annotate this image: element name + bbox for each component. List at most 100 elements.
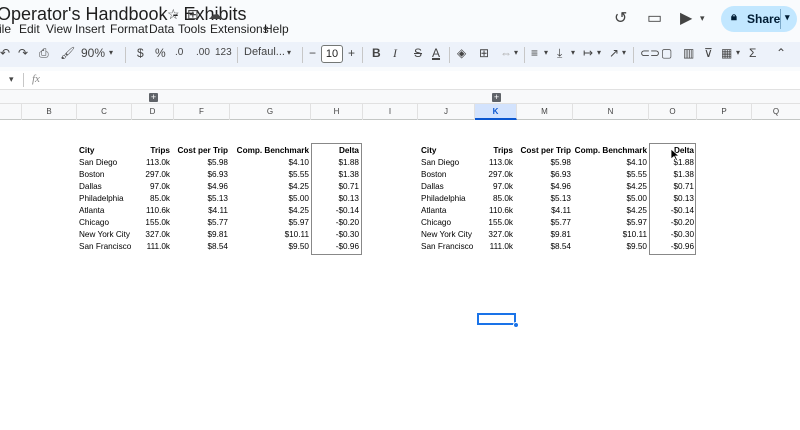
share-button[interactable]: 🔒︎ Share ▾ <box>721 6 797 32</box>
font-size-decrease-button[interactable]: − <box>309 46 316 60</box>
column-header-o[interactable]: O <box>649 104 697 120</box>
name-box-dropdown-icon[interactable]: ▾ <box>9 74 14 85</box>
cloud-status-icon[interactable]: ☁ <box>208 6 222 23</box>
header-trips[interactable]: Trips <box>132 145 170 157</box>
chevron-down-icon[interactable]: ▾ <box>287 48 291 57</box>
move-folder-icon[interactable]: ⊞ <box>187 6 199 23</box>
column-header-j[interactable]: J <box>418 104 475 120</box>
meet-icon[interactable]: ▶ <box>680 8 692 28</box>
expand-group-icon[interactable]: + <box>492 93 501 102</box>
redo-icon[interactable]: ↷ <box>18 46 28 60</box>
zoom-select[interactable]: 90% <box>81 46 105 60</box>
print-icon[interactable]: ⎙ <box>39 46 49 61</box>
header-cost-per-trip[interactable]: Cost per Trip <box>517 145 572 157</box>
column-header-c[interactable]: C <box>77 104 132 120</box>
font-size-increase-button[interactable]: + <box>348 46 355 60</box>
column-header-i[interactable]: I <box>363 104 418 120</box>
chevron-down-icon[interactable]: ▾ <box>622 48 626 57</box>
chevron-down-icon[interactable]: ▾ <box>736 48 740 57</box>
selected-cell[interactable] <box>477 313 516 325</box>
comments-icon[interactable]: ▭ <box>647 8 662 28</box>
more-formats-button[interactable]: 123 <box>215 47 232 58</box>
star-icon[interactable]: ☆ <box>167 6 180 23</box>
column-header-q[interactable]: Q <box>752 104 800 120</box>
undo-icon[interactable]: ↶ <box>0 46 10 60</box>
font-select[interactable]: Defaul... <box>244 46 285 58</box>
cell-cost: $5.98 <box>550 158 572 167</box>
insert-chart-icon[interactable]: ▥ <box>683 46 694 60</box>
column-header-m[interactable]: M <box>517 104 573 120</box>
text-rotation-icon[interactable]: ↗ <box>609 46 619 60</box>
menu-data[interactable]: Data <box>149 22 174 36</box>
menu-extensions[interactable]: Extensions <box>210 22 269 36</box>
column-header-p[interactable]: P <box>697 104 752 120</box>
bold-button[interactable]: B <box>372 46 381 60</box>
column-header-n[interactable]: N <box>573 104 649 120</box>
header-trips[interactable]: Trips <box>475 145 513 157</box>
strikethrough-button[interactable]: S <box>414 46 422 60</box>
formula-input[interactable] <box>50 72 790 88</box>
vertical-align-icon[interactable]: ⤓ <box>557 46 562 61</box>
column-header-row: B C D F G H I J K M N O P Q <box>0 104 800 120</box>
functions-button[interactable]: Σ <box>749 46 756 60</box>
paint-format-icon[interactable]: 🖌︎ <box>60 46 75 60</box>
borders-icon[interactable]: ⊞ <box>479 46 489 60</box>
menu-file[interactable]: ile <box>0 22 11 36</box>
chevron-down-icon[interactable]: ▾ <box>597 48 601 57</box>
percent-button[interactable]: % <box>155 46 166 60</box>
chevron-down-icon[interactable]: ▾ <box>544 48 548 57</box>
insert-comment-icon[interactable]: ▢ <box>661 46 672 60</box>
menu-format[interactable]: Format <box>110 22 148 36</box>
menu-insert[interactable]: Insert <box>75 22 105 36</box>
header-comp-benchmark[interactable]: Comp. Benchmark <box>230 145 309 157</box>
menu-help[interactable]: Help <box>264 22 289 36</box>
merge-cells-icon[interactable]: ⇔ <box>500 46 512 60</box>
column-header[interactable] <box>0 104 22 120</box>
cell-benchmark: $10.11 <box>284 230 309 239</box>
header-cost-per-trip[interactable]: Cost per Trip <box>174 145 229 157</box>
menu-tools[interactable]: Tools <box>178 22 206 36</box>
italic-button[interactable]: I <box>393 46 397 61</box>
text-wrap-icon[interactable]: ↦ <box>583 46 593 60</box>
horizontal-align-icon[interactable]: ≡ <box>531 46 538 60</box>
insert-link-icon[interactable]: ⊂⊃ <box>640 46 660 60</box>
divider <box>449 47 450 63</box>
header-city[interactable]: City <box>79 145 94 157</box>
chevron-down-icon[interactable]: ▾ <box>571 48 575 57</box>
fill-handle[interactable] <box>513 322 519 328</box>
divider <box>362 47 363 63</box>
chevron-down-icon[interactable]: ▾ <box>514 48 518 57</box>
cell-cost: $5.77 <box>207 218 229 227</box>
spreadsheet-grid[interactable]: + + B C D F G H I J K M N O P Q City Tri… <box>0 90 800 430</box>
column-header-g[interactable]: G <box>230 104 311 120</box>
chevron-down-icon[interactable]: ▾ <box>785 12 790 23</box>
cell-cost: $9.81 <box>207 230 229 239</box>
menu-view[interactable]: View <box>46 22 72 36</box>
menu-edit[interactable]: Edit <box>19 22 40 36</box>
column-header-f[interactable]: F <box>174 104 230 120</box>
column-header-h[interactable]: H <box>311 104 363 120</box>
chevron-down-icon[interactable]: ▾ <box>109 48 113 57</box>
expand-group-icon[interactable]: + <box>149 93 158 102</box>
collapse-toolbar-icon[interactable]: ⌃ <box>776 46 786 60</box>
column-header-d[interactable]: D <box>132 104 174 120</box>
version-history-icon[interactable]: ↺ <box>614 8 627 28</box>
column-header-b[interactable]: B <box>22 104 77 120</box>
lock-icon: 🔒︎ <box>731 11 737 23</box>
cell-city: Dallas <box>421 182 444 191</box>
header-city[interactable]: City <box>421 145 436 157</box>
filter-views-icon[interactable]: ▦ <box>721 46 732 60</box>
text-color-button[interactable]: A <box>432 46 440 60</box>
fill-color-icon[interactable]: ◈ <box>457 46 466 60</box>
chevron-down-icon[interactable]: ▾ <box>700 13 705 24</box>
cell-benchmark: $5.55 <box>626 170 648 179</box>
currency-button[interactable]: $ <box>137 46 144 60</box>
header-comp-benchmark[interactable]: Comp. Benchmark <box>573 145 647 157</box>
cell-trips: 110.6k <box>146 206 170 215</box>
increase-decimal-button[interactable]: .00 <box>196 47 210 58</box>
decrease-decimal-button[interactable]: .0 <box>175 47 183 58</box>
column-header-k[interactable]: K <box>475 104 517 120</box>
filter-icon[interactable]: ⊽ <box>704 46 713 60</box>
cell-benchmark: $4.10 <box>288 158 310 167</box>
font-size-input[interactable]: 10 <box>321 45 343 63</box>
